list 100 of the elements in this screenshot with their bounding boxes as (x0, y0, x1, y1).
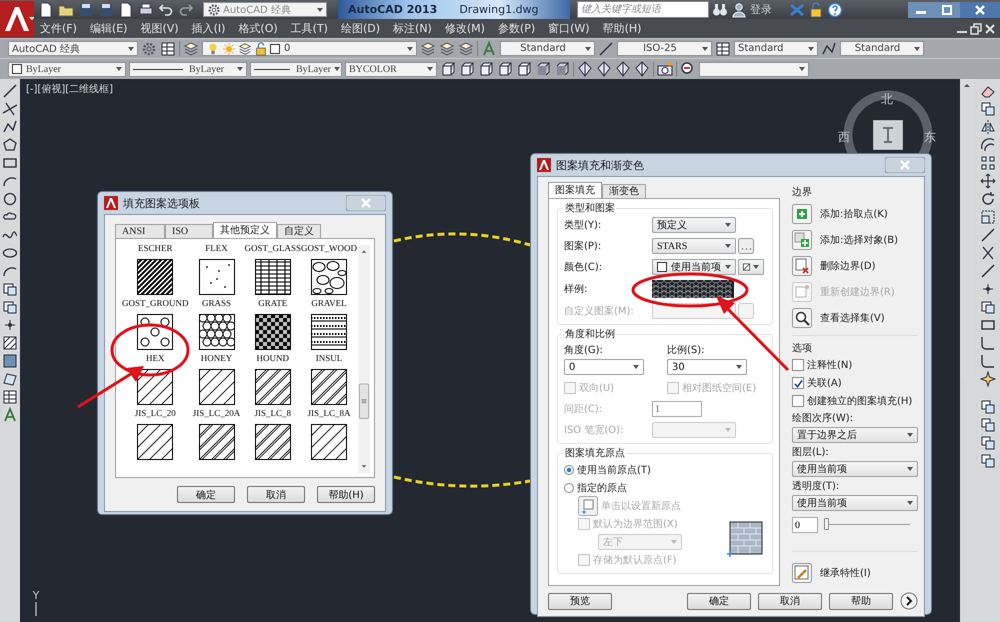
table-style-dropdown[interactable]: Standard (734, 41, 818, 56)
menu-item[interactable]: 标注(N) (393, 21, 432, 36)
view-cube-icon[interactable] (497, 61, 513, 77)
save-icon[interactable] (78, 2, 94, 18)
dimension-style-dropdown[interactable]: ISO-25 (617, 41, 712, 56)
view-cube-icon[interactable] (478, 61, 494, 77)
tab[interactable]: ISO (165, 224, 213, 238)
shaded-cube-icon[interactable] (554, 61, 570, 77)
shaded-cube-icon[interactable] (535, 61, 551, 77)
hatch-pattern-swatch[interactable] (254, 314, 291, 350)
tab[interactable]: ANSI (115, 224, 165, 238)
dialog-button[interactable]: 取消 (758, 592, 822, 610)
workspace-dropdown[interactable]: AutoCAD 经典 (8, 41, 138, 56)
block-icon[interactable] (2, 299, 18, 315)
close-icon[interactable] (885, 157, 925, 173)
expand-icon[interactable] (900, 592, 918, 610)
menu-item[interactable]: 编辑(E) (90, 21, 128, 36)
hatch-pattern-swatch[interactable] (254, 369, 291, 405)
table-style-icon[interactable] (715, 40, 731, 56)
transparency-field[interactable]: 0 (792, 517, 818, 533)
minimize-icon[interactable] (908, 2, 934, 18)
menu-item[interactable]: 工具(T) (290, 21, 328, 36)
table-icon[interactable] (2, 389, 18, 405)
pattern-label[interactable]: ESCHER (138, 243, 173, 253)
plot-style-dropdown[interactable]: BYCOLOR (345, 62, 437, 76)
hatch-pattern-swatch[interactable] (137, 259, 174, 295)
compass-label[interactable]: 东 (924, 129, 936, 146)
close-icon[interactable] (960, 2, 1000, 18)
lineweight-dropdown[interactable]: ByLayer (250, 62, 342, 76)
compass-label[interactable]: 北 (881, 91, 893, 108)
draw-order-icon[interactable] (980, 417, 996, 433)
scrollbar[interactable] (357, 245, 371, 473)
magnifier-icon[interactable] (792, 308, 812, 328)
restore-icon[interactable] (970, 22, 982, 34)
dialog-button[interactable]: 帮助(H) (317, 486, 375, 503)
pattern-label[interactable]: GOST_WOOD (301, 243, 357, 253)
rotate-icon[interactable] (980, 191, 996, 207)
view-cube-icon[interactable] (459, 61, 475, 77)
dialog-button[interactable]: 确定 (687, 592, 751, 610)
pattern-label[interactable]: GOST_GLASS (244, 243, 301, 253)
array-icon[interactable] (980, 155, 996, 171)
brush-icon[interactable] (792, 563, 812, 583)
redo-icon[interactable] (178, 2, 194, 18)
dialog-button[interactable]: 取消 (247, 486, 305, 503)
hatch-pattern-swatch[interactable] (198, 424, 234, 460)
radio-button[interactable] (564, 483, 574, 493)
pattern-label[interactable]: HOUND (256, 353, 289, 363)
user-icon[interactable] (731, 2, 747, 18)
polyline-icon[interactable] (2, 119, 18, 135)
iso-view-icon[interactable] (577, 61, 593, 77)
pattern-label[interactable]: JIS_LC_20 (134, 408, 176, 418)
explode-icon[interactable] (980, 371, 996, 387)
hatch-pattern-swatch[interactable] (311, 314, 347, 350)
tab[interactable]: 其他预定义 (213, 222, 277, 238)
hatch-sample-swatch[interactable] (652, 280, 734, 298)
background-color-dropdown[interactable] (738, 259, 764, 275)
dialog-button[interactable]: 帮助 (829, 592, 893, 610)
tab[interactable]: 图案填充 (548, 182, 602, 198)
hatch-icon[interactable] (2, 335, 18, 351)
iso-view-icon[interactable] (634, 61, 650, 77)
pattern-label[interactable]: JIS_LC_8 (254, 408, 291, 418)
layer-manager-icon[interactable] (183, 40, 199, 56)
undo-icon[interactable] (158, 2, 174, 18)
dialog-button[interactable]: 预览 (548, 592, 612, 610)
radio-button[interactable] (564, 465, 574, 475)
layer-previous-icon[interactable] (439, 40, 455, 56)
menu-item[interactable]: 绘图(D) (340, 21, 380, 36)
hatch-pattern-swatch[interactable] (254, 424, 291, 460)
pattern-label[interactable]: HONEY (200, 353, 232, 363)
hatch-pattern-swatch[interactable] (311, 424, 347, 460)
type-dropdown[interactable]: 预定义 (652, 217, 736, 233)
scale-dropdown[interactable]: 30 (667, 359, 747, 375)
checkbox[interactable] (792, 377, 804, 389)
hatch-pattern-swatch[interactable] (137, 369, 174, 405)
hatch-pattern-swatch[interactable] (137, 314, 174, 350)
region-icon[interactable] (2, 371, 18, 387)
scale-icon[interactable] (980, 209, 996, 225)
save-as-icon[interactable] (98, 2, 114, 18)
offset-icon[interactable] (980, 137, 996, 153)
letter-icon[interactable] (2, 407, 18, 423)
layer-state-icon[interactable] (420, 40, 436, 56)
add-point-icon[interactable] (792, 204, 812, 224)
menu-item[interactable]: 窗口(W) (548, 21, 590, 36)
draw-order-icon[interactable] (980, 399, 996, 415)
hatch-pattern-swatch[interactable] (198, 259, 234, 295)
menu-item[interactable]: 视图(V) (140, 21, 179, 36)
polygon-icon[interactable] (2, 137, 18, 153)
pattern-label[interactable]: HEX (146, 353, 164, 363)
toolbar-icon[interactable] (160, 40, 176, 56)
move-icon[interactable] (980, 173, 996, 189)
hatch-pattern-swatch[interactable] (198, 314, 234, 350)
binoculars-icon[interactable] (712, 2, 728, 18)
checkbox[interactable] (792, 395, 804, 407)
search-field[interactable]: 键入关键字或短语 (577, 1, 709, 18)
pattern-label[interactable]: GOST_GROUND (122, 298, 189, 308)
point-icon[interactable] (2, 317, 18, 333)
print-icon[interactable] (138, 2, 154, 18)
help-icon[interactable] (827, 2, 843, 18)
draw-order-icon[interactable] (980, 435, 996, 451)
dialog-button[interactable]: 确定 (177, 486, 235, 503)
